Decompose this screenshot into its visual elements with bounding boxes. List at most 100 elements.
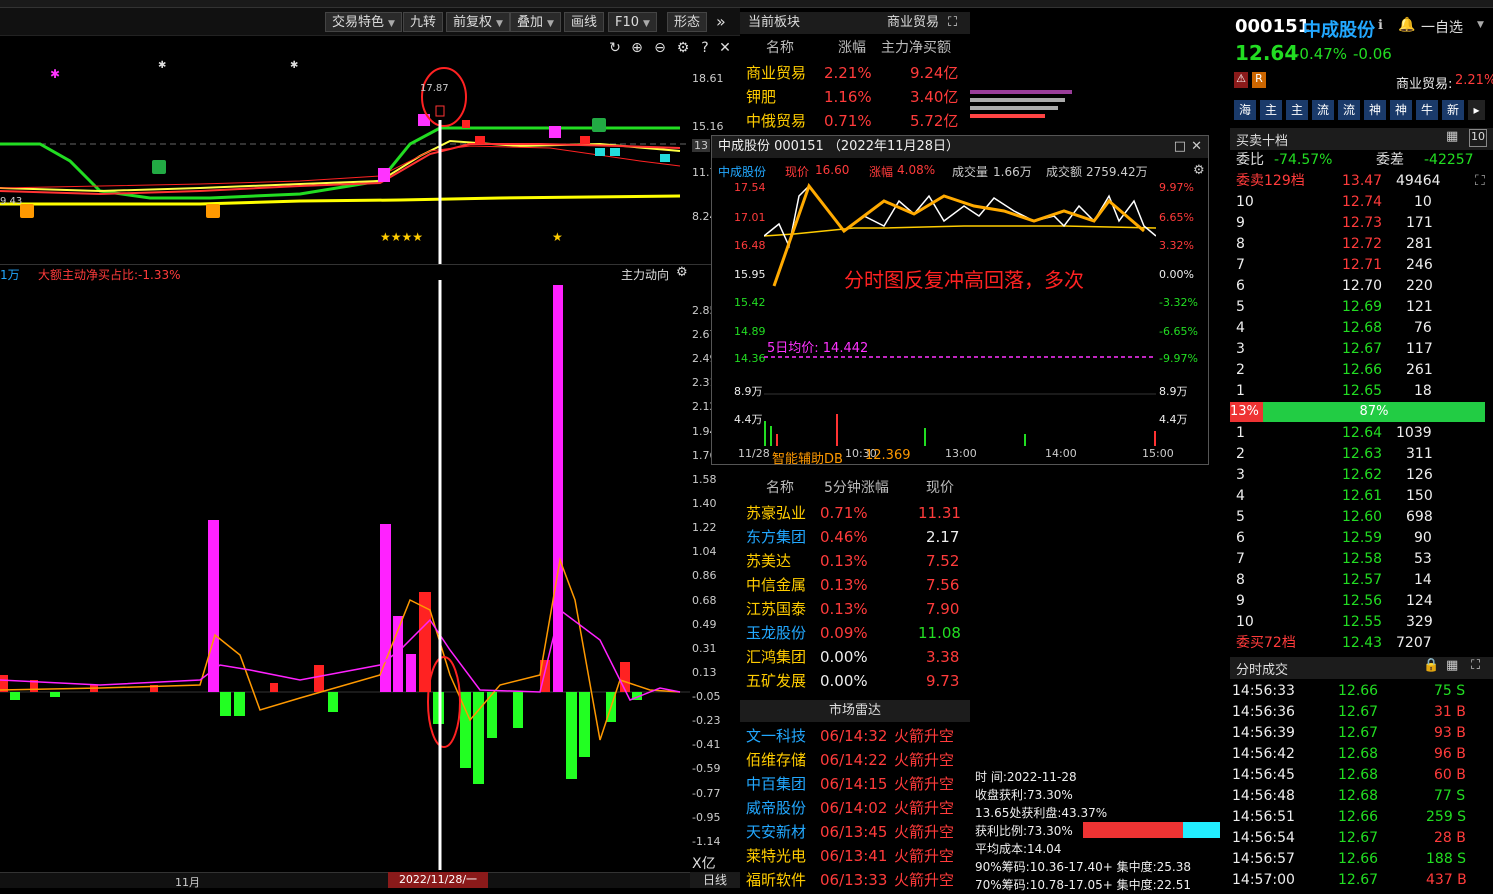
- tab-icon[interactable]: 主: [1286, 100, 1308, 120]
- buy-level-row[interactable]: 1 12.64 1039: [1230, 423, 1485, 444]
- sector-table-header: 名称 涨幅 主力净买额: [766, 40, 951, 56]
- sell-level-row[interactable]: 2 12.66 261: [1230, 360, 1485, 381]
- sell-level-row[interactable]: 10 12.74 10: [1230, 192, 1485, 213]
- radar-row[interactable]: 威帝股份 06/14:02 火箭升空: [740, 796, 970, 820]
- settings-icon[interactable]: ⚙: [1193, 163, 1205, 178]
- radar-row[interactable]: 文一科技 06/14:32 火箭升空: [740, 724, 970, 748]
- tab-icon[interactable]: 流: [1312, 100, 1334, 120]
- feature-tabs: 海 主 主 流 流 神 神 牛 新 ▸: [1234, 100, 1485, 120]
- trade-row: 14:56:39 12.67 93 B: [1232, 725, 1466, 741]
- self-select-button[interactable]: 一自选: [1421, 17, 1463, 37]
- expand-icon[interactable]: ⛶: [1475, 171, 1485, 192]
- mover-row[interactable]: 中信金属 0.13% 7.56: [740, 573, 970, 597]
- bell-icon[interactable]: 🔔: [1398, 17, 1415, 33]
- aux-value: 12.369: [865, 448, 911, 463]
- trade-row: 14:56:45 12.68 60 B: [1232, 767, 1466, 783]
- top-tab-strip: [0, 0, 1493, 8]
- info-icon[interactable]: ℹ: [1378, 18, 1383, 33]
- settings-icon[interactable]: ⚙: [676, 265, 688, 280]
- radar-row[interactable]: 中百集团 06/14:15 火箭升空: [740, 772, 970, 796]
- pattern-button[interactable]: 形态: [667, 12, 708, 32]
- price-change-pct: -0.47%: [1294, 45, 1348, 63]
- sector-row[interactable]: 中俄贸易 0.71% 5.72亿: [740, 109, 970, 133]
- sector-row[interactable]: 钾肥 1.16% 3.40亿: [740, 85, 970, 109]
- candlestick-chart[interactable]: 17.87 9.43 ★★★★ ★ ✱ ✱ ✱: [0, 36, 690, 264]
- chevron-down-icon: ▼: [388, 19, 395, 29]
- svg-text:✱: ✱: [158, 60, 166, 71]
- chevron-down-icon: ▼: [643, 19, 650, 29]
- scroll-right-icon[interactable]: ▸: [1468, 100, 1485, 120]
- tab-icon[interactable]: 流: [1338, 100, 1360, 120]
- sell-level-row[interactable]: 6 12.70 220: [1230, 276, 1485, 297]
- trade-feature-button[interactable]: 交易特色 ▼: [325, 12, 402, 32]
- close-icon[interactable]: ✕: [1191, 136, 1202, 158]
- draw-line-button[interactable]: 画线: [564, 12, 605, 32]
- adjust-button[interactable]: 前复权 ▼: [446, 12, 510, 32]
- overlay-button[interactable]: 叠加 ▼: [510, 12, 561, 32]
- intraday-popup[interactable]: 中成股份 000151 （2022年11月28日） □ ✕ 中成股份 现价 16…: [711, 135, 1209, 467]
- sector-row[interactable]: 商业贸易 2.21% 9.24亿: [740, 61, 970, 85]
- buy-level-row[interactable]: 8 12.57 14: [1230, 570, 1485, 591]
- more-icon[interactable]: »: [716, 12, 726, 31]
- radar-row[interactable]: 天安新材 06/13:45 火箭升空: [740, 820, 970, 844]
- buy-level-row[interactable]: 5 12.60 698: [1230, 507, 1485, 528]
- buy-level-row[interactable]: 10 12.55 329: [1230, 612, 1485, 633]
- table-view-icon[interactable]: ▦: [1446, 129, 1458, 144]
- mover-row[interactable]: 玉龙股份 0.09% 11.08: [740, 621, 970, 645]
- buy-signal-icon: [20, 204, 34, 218]
- period-tab[interactable]: 日线: [690, 872, 740, 888]
- indicator-bar: [380, 524, 391, 692]
- warning-icon[interactable]: ⚠: [1234, 72, 1248, 88]
- tab-icon[interactable]: 神: [1390, 100, 1412, 120]
- buy-level-row[interactable]: 4 12.61 150: [1230, 486, 1485, 507]
- buy-level-row[interactable]: 7 12.58 53: [1230, 549, 1485, 570]
- sell-level-row[interactable]: 3 12.67 117: [1230, 339, 1485, 360]
- mover-row[interactable]: 苏美达 0.13% 7.52: [740, 549, 970, 573]
- nine-turn-button[interactable]: 九转: [403, 12, 444, 32]
- mover-row[interactable]: 东方集团 0.46% 2.17: [740, 525, 970, 549]
- sell-level-row[interactable]: 9 12.73 171: [1230, 213, 1485, 234]
- expand-icon[interactable]: ⛶: [948, 12, 957, 34]
- ten-levels-button[interactable]: 10: [1469, 129, 1487, 147]
- radar-row[interactable]: 莱特光电 06/13:41 火箭升空: [740, 844, 970, 868]
- stock-code: 000151: [1235, 16, 1311, 37]
- avg5-label: 5日均价: 14.442: [767, 341, 869, 356]
- mover-row[interactable]: 江苏国泰 0.13% 7.90: [740, 597, 970, 621]
- tab-icon[interactable]: 海: [1234, 100, 1256, 120]
- sector-change: 2.21%: [1455, 73, 1493, 88]
- buy-level-row[interactable]: 9 12.56 124: [1230, 591, 1485, 612]
- f10-button[interactable]: F10 ▼: [608, 12, 657, 32]
- indicator-bar: [406, 654, 416, 692]
- tab-icon[interactable]: 主: [1260, 100, 1282, 120]
- star-marker-icon: ✱: [50, 67, 60, 81]
- radar-row[interactable]: 佰维存储 06/14:22 火箭升空: [740, 748, 970, 772]
- tab-icon[interactable]: 牛: [1416, 100, 1438, 120]
- table-view-icon[interactable]: ▦: [1446, 658, 1458, 673]
- buy-level-row[interactable]: 2 12.63 311: [1230, 444, 1485, 465]
- chip-distribution-bars: [970, 90, 1072, 140]
- indicator-bar: [460, 692, 471, 768]
- tab-icon[interactable]: 神: [1364, 100, 1386, 120]
- sell-level-row[interactable]: 5 12.69 121: [1230, 297, 1485, 318]
- buy-level-row[interactable]: 3 12.62 126: [1230, 465, 1485, 486]
- sell-level-row[interactable]: 1 12.65 18: [1230, 381, 1485, 402]
- sell-level-row[interactable]: 7 12.71 246: [1230, 255, 1485, 276]
- sell-level-row[interactable]: 4 12.68 76: [1230, 318, 1485, 339]
- sector-header: 当前板块 商业贸易 ⛶: [740, 12, 970, 34]
- sell-level-row[interactable]: 8 12.72 281: [1230, 234, 1485, 255]
- mover-row[interactable]: 五矿发展 0.00% 9.73: [740, 669, 970, 693]
- main-force-indicator-chart[interactable]: [0, 280, 690, 870]
- mover-row[interactable]: 汇鸿集团 0.00% 3.38: [740, 645, 970, 669]
- lock-icon[interactable]: 🔒: [1423, 658, 1439, 673]
- star-icon: ★★★★: [380, 230, 423, 244]
- buy-level-row[interactable]: 6 12.59 90: [1230, 528, 1485, 549]
- r-badge[interactable]: R: [1252, 72, 1266, 88]
- restore-icon[interactable]: □: [1174, 136, 1186, 158]
- mover-row[interactable]: 苏豪弘业 0.71% 11.31: [740, 501, 970, 525]
- price-change-abs: -0.06: [1353, 45, 1392, 63]
- expand-icon[interactable]: ⛶: [1471, 658, 1480, 673]
- trade-row: 14:56:48 12.68 77 S: [1232, 788, 1466, 804]
- chevron-down-icon[interactable]: ▼: [1477, 20, 1484, 30]
- radar-row[interactable]: 福昕软件 06/13:33 火箭升空: [740, 868, 970, 892]
- tab-icon[interactable]: 新: [1442, 100, 1464, 120]
